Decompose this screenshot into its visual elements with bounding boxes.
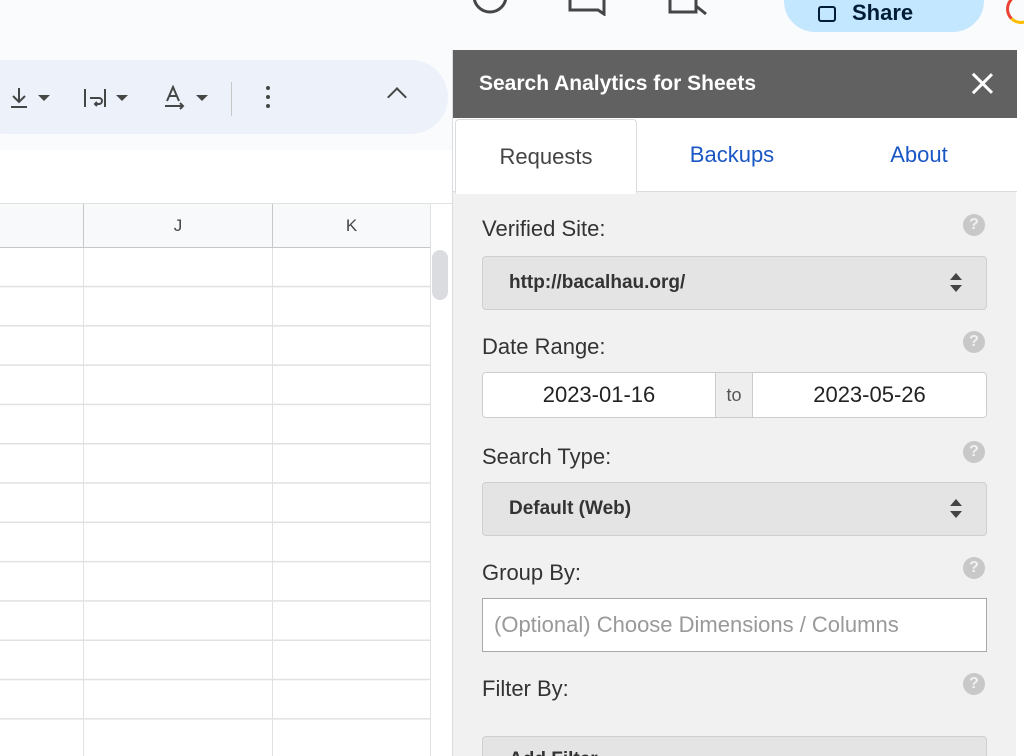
share-button[interactable]: Share bbox=[784, 0, 984, 32]
help-icon[interactable]: ? bbox=[963, 441, 985, 463]
help-icon[interactable]: ? bbox=[963, 673, 985, 695]
top-bar: Share bbox=[0, 0, 1024, 50]
verified-site-label: Verified Site: bbox=[482, 216, 606, 241]
select-arrows-icon bbox=[950, 273, 962, 293]
close-icon[interactable] bbox=[971, 72, 993, 94]
search-type-value: Default (Web) bbox=[509, 498, 632, 519]
panel-tabs: Requests Backups About bbox=[453, 118, 1017, 194]
text-rotation-button[interactable] bbox=[162, 84, 208, 112]
filter-by-label: Filter By: bbox=[482, 676, 569, 701]
grid-cells[interactable] bbox=[0, 248, 430, 756]
text-wrap-button[interactable] bbox=[82, 84, 128, 112]
end-date-input[interactable]: 2023-05-26 bbox=[753, 373, 986, 417]
panel-title: Search Analytics for Sheets bbox=[479, 72, 756, 95]
column-header-k[interactable]: K bbox=[273, 204, 430, 248]
collapse-toolbar-icon[interactable] bbox=[387, 87, 407, 107]
date-range-label: Date Range: bbox=[482, 334, 606, 359]
verified-site-select[interactable]: http://bacalhau.org/ bbox=[482, 256, 987, 310]
column-header-i[interactable] bbox=[0, 204, 84, 248]
sidebar-panel: Search Analytics for Sheets Requests Bac… bbox=[452, 50, 1017, 756]
add-filter-button[interactable]: Add Filter bbox=[482, 736, 987, 756]
avatar[interactable] bbox=[1006, 0, 1024, 24]
lock-icon bbox=[818, 6, 836, 22]
toolbar bbox=[0, 60, 448, 134]
help-icon[interactable]: ? bbox=[963, 331, 985, 353]
spreadsheet-grid[interactable]: J K bbox=[0, 204, 430, 756]
formula-bar[interactable] bbox=[0, 150, 452, 204]
chevron-down-icon bbox=[116, 95, 128, 101]
tab-requests[interactable]: Requests bbox=[455, 119, 637, 194]
chevron-down-icon bbox=[196, 95, 208, 101]
more-options-icon[interactable] bbox=[266, 86, 270, 108]
tab-about[interactable]: About bbox=[829, 118, 1009, 192]
column-header-j[interactable]: J bbox=[84, 204, 273, 248]
help-icon[interactable]: ? bbox=[963, 557, 985, 579]
scrollbar-thumb[interactable] bbox=[432, 250, 448, 300]
vertical-align-icon bbox=[11, 88, 27, 108]
start-date-input[interactable]: 2023-01-16 bbox=[483, 373, 715, 417]
vertical-align-button[interactable] bbox=[8, 84, 50, 112]
group-by-input[interactable]: (Optional) Choose Dimensions / Columns bbox=[482, 598, 987, 652]
group-by-label: Group By: bbox=[482, 560, 582, 585]
date-range-separator: to bbox=[715, 373, 753, 417]
meet-icon[interactable] bbox=[668, 0, 708, 16]
panel-header: Search Analytics for Sheets bbox=[453, 50, 1017, 118]
search-type-label: Search Type: bbox=[482, 444, 612, 469]
verified-site-value: http://bacalhau.org/ bbox=[509, 272, 686, 293]
chevron-down-icon bbox=[38, 95, 50, 101]
history-icon[interactable] bbox=[470, 0, 510, 16]
search-type-select[interactable]: Default (Web) bbox=[482, 482, 987, 536]
date-range-group: 2023-01-16 to 2023-05-26 bbox=[482, 372, 987, 418]
text-wrap-icon bbox=[84, 89, 106, 107]
select-arrows-icon bbox=[950, 499, 962, 519]
share-label: Share bbox=[852, 0, 914, 25]
help-icon[interactable]: ? bbox=[963, 214, 985, 236]
toolbar-divider bbox=[231, 82, 232, 116]
comments-icon[interactable] bbox=[566, 0, 606, 16]
text-rotation-icon bbox=[165, 85, 185, 110]
tab-backups[interactable]: Backups bbox=[643, 118, 821, 192]
